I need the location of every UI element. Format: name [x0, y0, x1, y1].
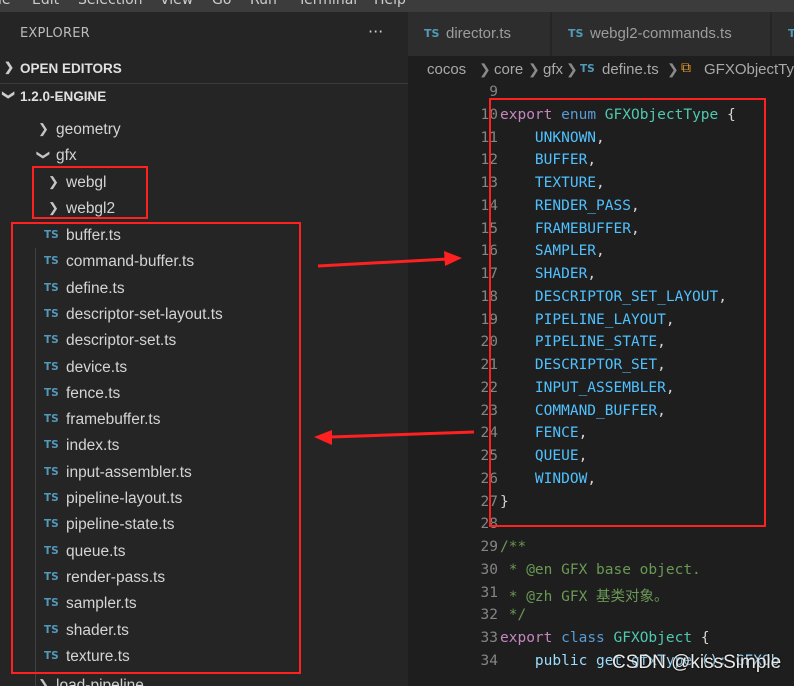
tab-overflow[interactable]: TS	[772, 12, 794, 56]
line-number: 34	[480, 652, 498, 669]
code-line[interactable]: 30 * @en GFX base object.	[408, 562, 794, 584]
tab-webgl2-commands[interactable]: TS webgl2-commands.ts	[552, 12, 771, 56]
annotation-box-enum	[489, 98, 766, 527]
open-editors-header[interactable]: ❯ OPEN EDITORS	[0, 56, 408, 82]
typescript-icon: TS	[580, 63, 595, 75]
menu-selection[interactable]: Selection	[78, 0, 143, 8]
code-line[interactable]: 32 */	[408, 607, 794, 629]
chevron-right-icon: ❯	[528, 61, 540, 77]
chevron-right-icon: ❯	[4, 60, 15, 74]
typescript-icon: TS	[568, 27, 584, 40]
line-number: 32	[480, 607, 498, 624]
brace: {	[692, 630, 710, 646]
annotation-box-webgl-folders	[32, 166, 148, 219]
menu-go[interactable]: Go	[212, 0, 231, 8]
menu-bar: le Edit Selection View Go Run Terminal H…	[0, 0, 794, 12]
tab-label: webgl2-commands.ts	[590, 25, 732, 42]
breadcrumb-gfx[interactable]: gfx	[543, 61, 563, 78]
chevron-right-icon: ❯	[38, 121, 49, 136]
code-text: * @zh GFX 基类对象。	[500, 585, 669, 606]
editor-tab-bar: TS director.ts TS webgl2-commands.ts TS	[408, 12, 794, 56]
tree-folder-event[interactable]: event	[0, 98, 408, 110]
menu-help[interactable]: Help	[374, 0, 406, 8]
comment: /**	[500, 539, 527, 555]
chevron-down-icon: ❯	[36, 149, 52, 161]
breadcrumb: cocos ❯ core ❯ gfx ❯ TS define.ts ❯ ⧉ GF…	[408, 56, 794, 84]
chevron-right-icon: ❯	[479, 61, 491, 77]
line-number: 33	[480, 630, 498, 646]
menu-edit[interactable]: Edit	[32, 0, 59, 8]
comment: * @en GFX base object.	[500, 561, 701, 578]
breadcrumb-core[interactable]: core	[494, 61, 523, 78]
breadcrumb-symbol[interactable]: GFXObjectTyp	[704, 61, 794, 78]
line-number: 31	[480, 584, 498, 601]
folder-label-gfx: gfx	[56, 147, 77, 164]
line-number: 29	[480, 539, 498, 555]
more-actions-icon[interactable]: ···	[368, 22, 383, 41]
tab-label: director.ts	[446, 25, 512, 42]
code-line[interactable]: 33 export class GFXObject {	[408, 630, 794, 652]
menu-file[interactable]: le	[0, 0, 11, 8]
watermark: CSDN @kissSimple	[612, 652, 782, 673]
comment: * @zh GFX 基类对象。	[500, 588, 669, 605]
line-number: 30	[480, 561, 498, 578]
code-line[interactable]: 29/**	[408, 539, 794, 561]
enum-symbol-icon: ⧉	[681, 60, 691, 76]
comment: */	[500, 607, 527, 624]
breadcrumb-cocos[interactable]: cocos	[427, 61, 466, 78]
folder-label-load-pipeline: load-pipeline	[56, 677, 144, 686]
code-text: /**	[500, 539, 526, 555]
code-text: */	[500, 607, 526, 623]
tab-director[interactable]: TS director.ts	[408, 12, 551, 56]
typescript-icon: TS	[788, 27, 794, 40]
tree-folder-geometry[interactable]: ❯ geometry	[0, 118, 408, 144]
tree-folder-load-pipeline[interactable]: ❯ load-pipeline	[0, 674, 408, 686]
chevron-right-icon: ❯	[38, 677, 49, 686]
menu-run[interactable]: Run	[250, 0, 277, 8]
breadcrumb-file[interactable]: define.ts	[602, 61, 659, 78]
folder-label-event: event	[56, 98, 94, 104]
code-text: * @en GFX base object.	[500, 562, 701, 578]
code-text: export class GFXObject {	[500, 630, 710, 646]
annotation-box-file-list	[11, 222, 301, 674]
explorer-title: EXPLORER	[20, 26, 90, 41]
menu-view[interactable]: View	[160, 0, 193, 8]
keyword: class	[561, 630, 605, 646]
type-name: GFXObject	[613, 630, 693, 646]
chevron-right-icon: ❯	[667, 61, 679, 77]
menu-terminal[interactable]: Terminal	[298, 0, 357, 8]
keyword: export	[500, 630, 553, 646]
open-editors-label: OPEN EDITORS	[20, 61, 122, 76]
folder-label-geometry: geometry	[56, 121, 121, 138]
code-line[interactable]: 31 * @zh GFX 基类对象。	[408, 585, 794, 607]
typescript-icon: TS	[424, 27, 440, 40]
chevron-right-icon: ❯	[566, 61, 578, 77]
